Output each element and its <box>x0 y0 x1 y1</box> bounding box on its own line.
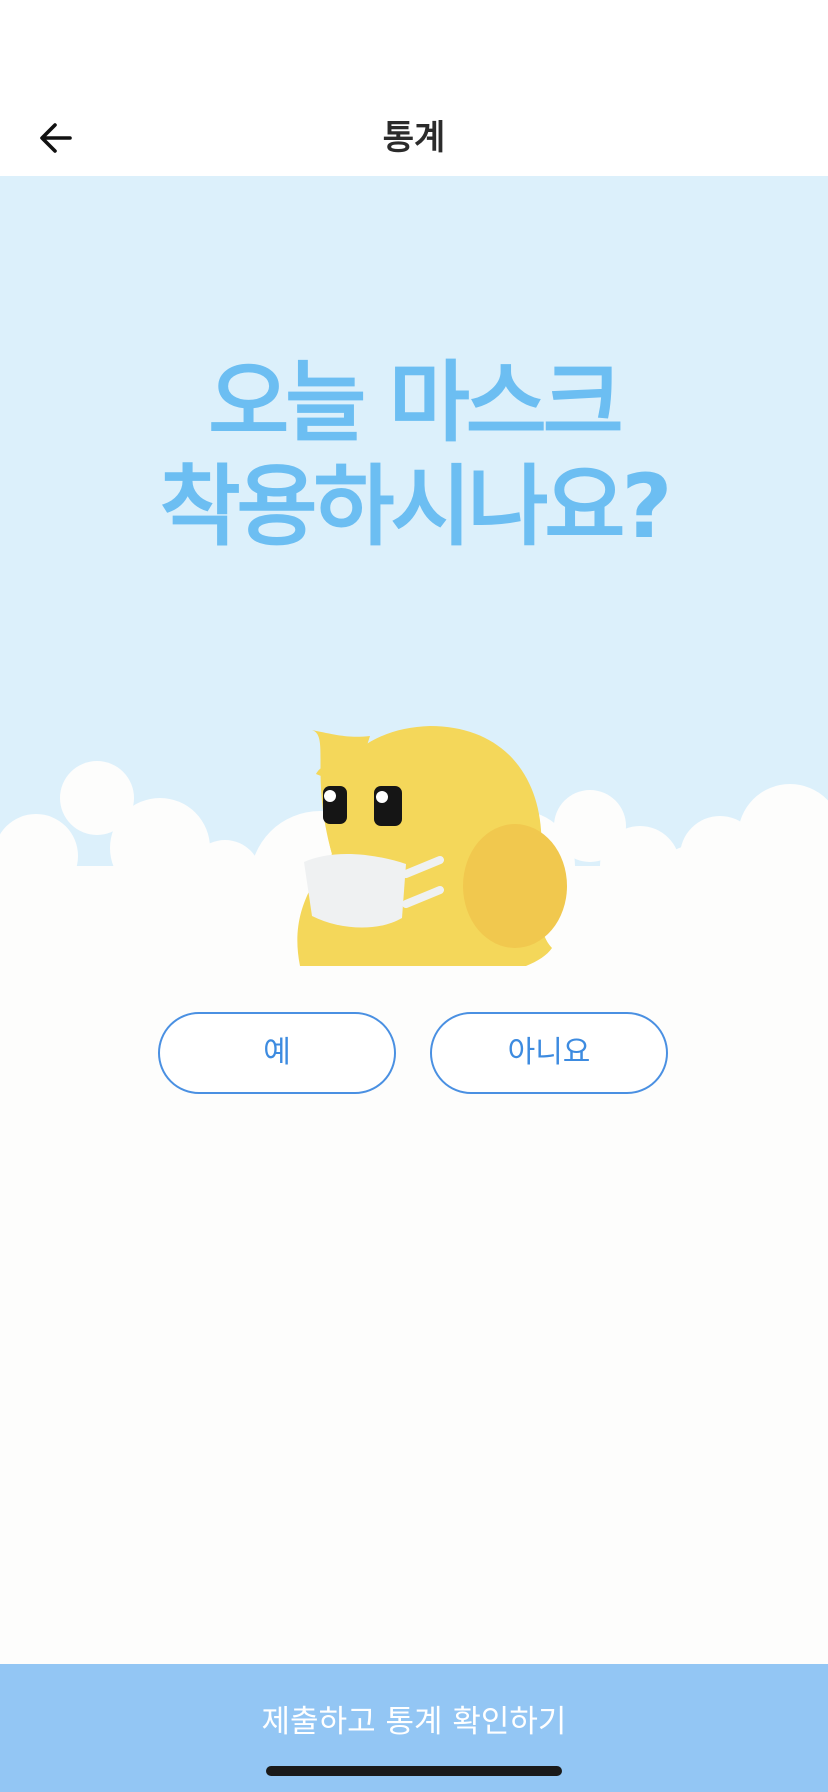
hero-section: 오늘 마스크 착용하시나요? <box>0 176 828 966</box>
status-bar <box>0 0 828 100</box>
question-line-2: 착용하시나요? <box>159 455 673 558</box>
answer-options: 예 아니요 <box>0 1012 828 1096</box>
home-indicator <box>266 1766 562 1776</box>
yes-button[interactable]: 예 <box>158 1012 396 1094</box>
masked-bird-mascot-illustration <box>297 726 567 966</box>
submit-button-label: 제출하고 통계 확인하기 <box>261 1704 567 1740</box>
arrow-left-icon <box>40 123 72 153</box>
back-button[interactable] <box>30 112 82 164</box>
navigation-bar: 통계 <box>0 100 828 176</box>
question-line-1: 오늘 마스크 <box>208 351 623 454</box>
no-button[interactable]: 아니요 <box>430 1012 668 1094</box>
page-title: 통계 <box>382 118 446 158</box>
question-heading: 오늘 마스크 착용하시나요? <box>0 351 828 559</box>
